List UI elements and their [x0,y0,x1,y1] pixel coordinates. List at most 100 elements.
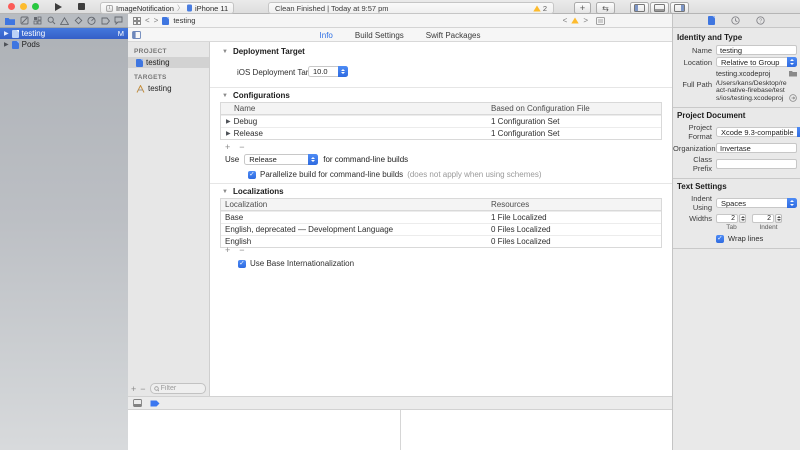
report-navigator-icon[interactable] [114,16,123,25]
section-deployment-target[interactable]: ▼ Deployment Target [222,47,305,56]
filter-field[interactable] [150,383,206,394]
breakpoints-toggle-icon[interactable] [150,400,160,407]
close-window-button[interactable] [8,3,15,10]
stepper-icon[interactable] [797,127,800,137]
class-prefix-field[interactable] [716,159,797,169]
location-label: Location [673,58,716,67]
source-control-navigator-icon[interactable] [20,16,29,25]
command-line-config-row: Use Release for command-line builds [225,154,408,165]
name-field[interactable]: testing [716,45,797,55]
organization-label: Organization [673,144,716,153]
add-configuration-button[interactable]: + [225,143,230,152]
previous-issue-button[interactable]: < [563,17,568,25]
debug-area [128,410,672,450]
debug-area-divider[interactable] [400,410,401,450]
next-issue-button[interactable]: > [583,17,588,25]
warning-counter[interactable]: 2 [533,4,547,13]
disclosure-triangle-icon[interactable]: ▶ [226,131,231,137]
stepper-icon[interactable] [308,154,318,165]
section-disclosure-icon[interactable]: ▼ [222,93,228,99]
add-target-button[interactable]: + [131,384,136,394]
test-navigator-icon[interactable] [74,16,83,25]
history-inspector-icon[interactable] [731,16,740,25]
issue-navigator-icon[interactable] [60,17,69,25]
project-item-testing[interactable]: testing [128,57,209,68]
command-line-config-popup[interactable]: Release [244,154,318,165]
table-row[interactable]: English, deprecated — Development Langua… [221,223,661,235]
column-header: Localization [221,200,491,209]
table-row[interactable]: English 0 Files Localized [221,235,661,247]
hide-debug-area-icon[interactable] [133,399,142,407]
location-popup[interactable]: Relative to Group [716,57,797,67]
symbol-navigator-icon[interactable] [33,16,42,25]
editor-body: PROJECT testing TARGETS testing + − [128,42,672,396]
toggle-debug-area-button[interactable] [650,2,669,14]
disclosure-triangle-icon[interactable]: ▶ [226,119,231,125]
folder-icon[interactable] [789,70,797,77]
minimize-window-button[interactable] [20,3,27,10]
localization-name: Base [221,213,491,222]
section-disclosure-icon[interactable]: ▼ [222,49,228,55]
forward-button[interactable]: > [154,17,159,25]
scheme-selector[interactable]: i ImageNotification 〉 iPhone 11 [100,2,234,14]
stepper-icon[interactable] [338,66,348,77]
find-navigator-icon[interactable] [47,16,56,25]
disclosure-triangle-icon[interactable]: ▶ [4,31,9,37]
project-format-popup[interactable]: Xcode 9.3-compatible [716,127,800,137]
use-suffix-label: for command-line builds [323,155,408,164]
navigator-row-pods[interactable]: ▶ Pods [0,39,128,50]
library-button[interactable]: + [574,2,591,14]
deployment-target-combo[interactable]: 10.0 [308,66,348,77]
stepper-icon[interactable] [775,214,782,223]
section-configurations[interactable]: ▼ Configurations [222,91,290,100]
breakpoint-navigator-icon[interactable] [101,17,110,25]
navigator-row-testing[interactable]: ▶ testing M [0,28,128,39]
target-item-testing[interactable]: testing [128,83,209,94]
section-localizations[interactable]: ▼ Localizations [222,187,284,196]
debug-navigator-icon[interactable] [87,16,96,25]
table-row[interactable]: ▶Release 1 Configuration Set [221,127,661,139]
indent-width-stepper[interactable]: 2 [752,214,782,223]
tab-build-settings[interactable]: Build Settings [355,31,404,40]
stepper-icon[interactable] [739,214,746,223]
class-prefix-row: Class Prefix [673,155,797,173]
issue-warning-icon[interactable] [571,17,579,24]
filter-input[interactable] [161,385,202,392]
localizations-table: Localization Resources Base 1 File Local… [220,198,662,248]
checkbox-checked-icon[interactable]: ✓ [716,235,724,243]
editor-options-icon[interactable] [596,17,605,25]
organization-field[interactable]: Invertase [716,143,797,153]
checkbox-checked-icon[interactable]: ✓ [248,171,256,179]
indent-using-popup[interactable]: Spaces [716,198,797,208]
related-items-icon[interactable] [133,17,141,25]
tab-swift-packages[interactable]: Swift Packages [426,31,481,40]
back-button[interactable]: < [145,17,150,25]
checkbox-checked-icon[interactable]: ✓ [238,260,246,268]
remove-target-button[interactable]: − [140,384,145,394]
disclosure-triangle-icon[interactable]: ▶ [4,42,9,48]
add-localization-button[interactable]: + [225,246,230,255]
quick-help-inspector-icon[interactable]: ? [756,16,765,25]
section-disclosure-icon[interactable]: ▼ [222,189,228,195]
editor-layout-button[interactable]: ⇆ [596,2,615,14]
activity-status-text: Clean Finished | Today at 9:57 pm [275,4,389,13]
stop-button[interactable] [78,3,85,10]
project-navigator-icon[interactable] [5,17,15,25]
zoom-window-button[interactable] [32,3,39,10]
tab-info[interactable]: Info [320,31,333,40]
run-button[interactable] [55,3,62,11]
tab-width-value[interactable]: 2 [716,214,738,223]
stepper-icon[interactable] [787,198,797,208]
table-row[interactable]: Base 1 File Localized [221,211,661,223]
indent-width-value[interactable]: 2 [752,214,774,223]
toggle-navigator-button[interactable] [630,2,649,14]
remove-localization-button[interactable]: − [239,246,244,255]
toggle-inspector-button[interactable] [670,2,689,14]
tab-width-stepper[interactable]: 2 [716,214,746,223]
stepper-icon[interactable] [787,57,797,67]
jumpbar-file-label[interactable]: testing [173,16,195,25]
open-path-arrow-icon[interactable] [789,94,797,102]
remove-configuration-button[interactable]: − [239,143,244,152]
table-row[interactable]: ▶Debug 1 Configuration Set [221,115,661,127]
file-inspector-icon[interactable] [708,16,715,25]
